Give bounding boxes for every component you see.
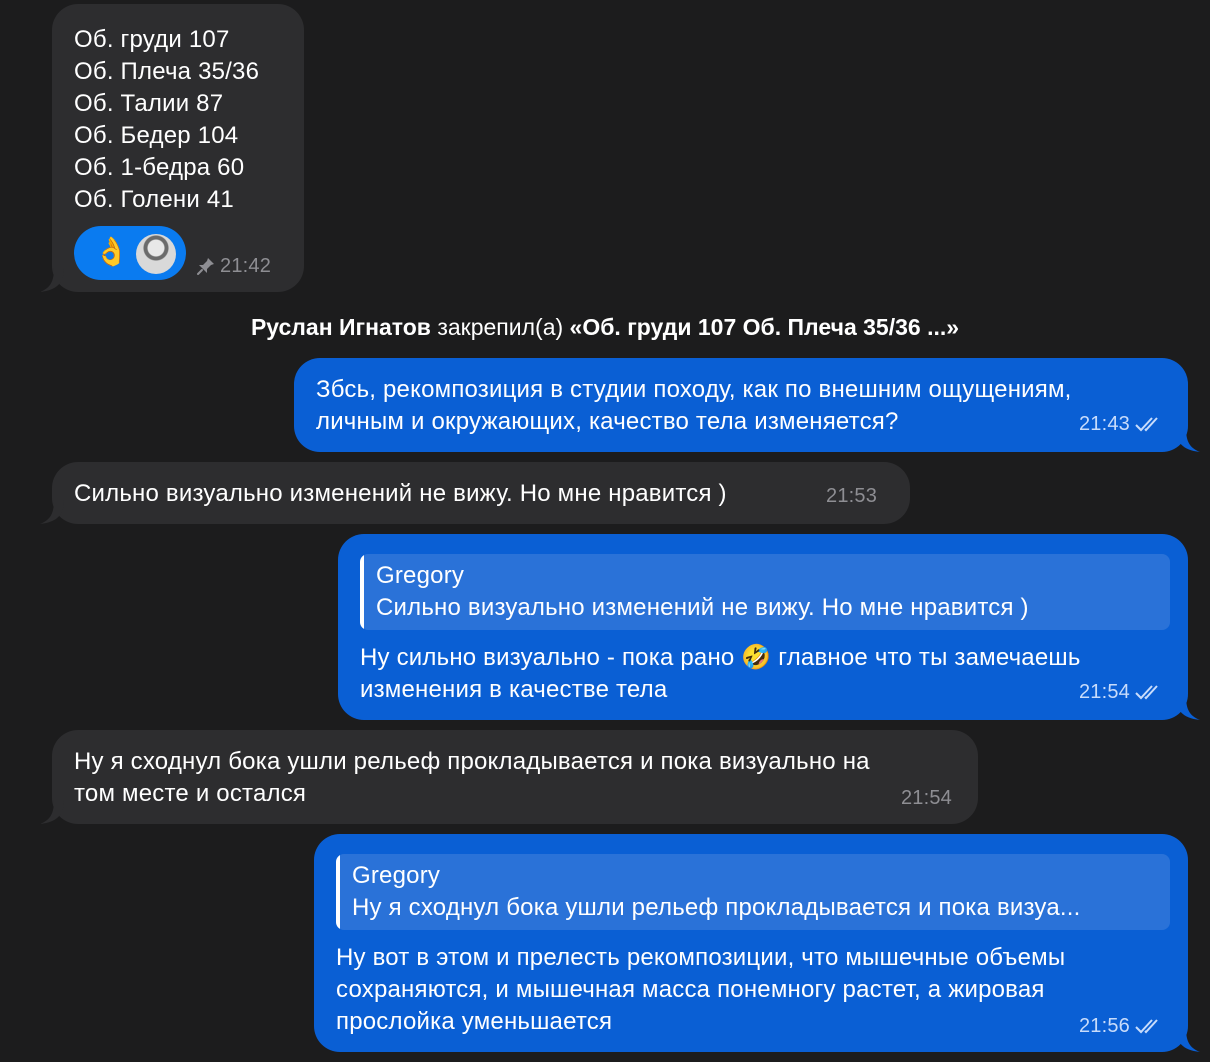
message-line: Ну вот в этом и прелесть рекомпозиции, ч… [336,944,1066,971]
bubble-tail [1176,1028,1200,1052]
message-line: Ну я сходнул бока ушли рельеф прокладыва… [74,748,870,775]
message-line: Ну сильно визуально - пока рано 🤣 главно… [360,642,1081,674]
bubble-tail [40,500,64,524]
message-time: 21:54 [1078,681,1130,703]
message-line: сохраняются, и мышечная масса понемногу … [336,976,1045,1003]
ok-hand-emoji: 👌 [94,236,130,267]
bubble-tail [40,268,64,292]
message-outgoing-recomposition[interactable]: Gregory Ну я сходнул бока ушли рельеф пр… [314,834,1200,1052]
pin-icon [197,258,214,275]
avatar [136,234,176,274]
message-time: 21:54 [900,787,952,809]
quoted-message[interactable]: Gregory Сильно визуально изменений не ви… [360,554,1170,630]
quoted-author: Gregory [376,562,465,589]
message-meta: 21:54 [901,786,952,810]
message-time: 21:42 [220,255,272,277]
message-line: Об. Талии 87 [74,90,224,117]
message-line: личным и окружающих, качество тела измен… [316,408,899,435]
message-line: изменения в качестве тела [360,676,668,703]
quoted-text: Сильно визуально изменений не вижу. Но м… [376,594,1029,621]
service-action: закрепил(а) [430,314,570,340]
bubble-tail [1176,696,1200,720]
pinned-service-message: Руслан Игнатов закрепил(а) «Об. груди 10… [0,312,1210,342]
service-pinned-quote[interactable]: «Об. груди 107 Об. Плеча 35/36 ...» [570,314,959,340]
message-outgoing-quoted-reply[interactable]: Gregory Сильно визуально изменений не ви… [338,534,1200,720]
message-text: Ну сильно визуально - пока рано [360,644,742,671]
message-meta: 21:43 [1079,412,1164,436]
message-time: 21:56 [1078,1015,1130,1037]
message-line: Об. Голени 41 [74,186,234,213]
message-line: Збсь, рекомпозиция в студии походу, как … [316,376,1072,403]
message-outgoing-question[interactable]: Збсь, рекомпозиция в студии походу, как … [294,358,1200,452]
message-line: Об. груди 107 [74,26,230,53]
quoted-text: Ну я сходнул бока ушли рельеф прокладыва… [352,894,1081,921]
message-incoming-reply[interactable]: Сильно визуально изменений не вижу. Но м… [40,462,910,524]
quoted-author: Gregory [352,862,441,889]
message-time: 21:43 [1078,413,1130,435]
message-text: Сильно визуально изменений не вижу. Но м… [74,480,727,507]
message-meta: 21:53 [826,484,877,508]
reaction-pill[interactable]: 👌 [74,226,186,280]
double-check-icon [1135,685,1158,700]
double-check-icon [1135,1019,1158,1034]
message-line: Об. 1-бедра 60 [74,154,245,181]
message-time: 21:53 [826,485,878,507]
chat-history: Об. груди 107 Об. Плеча 35/36 Об. Талии … [0,0,1210,1062]
bubble-tail [1176,428,1200,452]
message-line: том месте и остался [74,780,307,807]
bubble-tail [40,800,64,824]
message-line: Об. Плеча 35/36 [74,58,260,85]
message-incoming-measurements[interactable]: Об. груди 107 Об. Плеча 35/36 Об. Талии … [40,4,304,292]
message-meta: 21:54 [1079,680,1164,704]
message-line: Об. Бедер 104 [74,122,239,149]
message-meta: 21:56 [1079,1014,1164,1038]
quoted-message[interactable]: Gregory Ну я сходнул бока ушли рельеф пр… [336,854,1170,930]
service-user-name[interactable]: Руслан Игнатов [251,314,431,340]
message-line: прослойка уменьшается [336,1008,613,1035]
message-meta: 21:42 [196,254,271,278]
message-text: главное что ты замечаешь [771,644,1081,671]
message-incoming-sides[interactable]: Ну я сходнул бока ушли рельеф прокладыва… [40,730,978,824]
double-check-icon [1135,417,1158,432]
rofl-emoji: 🤣 [741,644,772,671]
